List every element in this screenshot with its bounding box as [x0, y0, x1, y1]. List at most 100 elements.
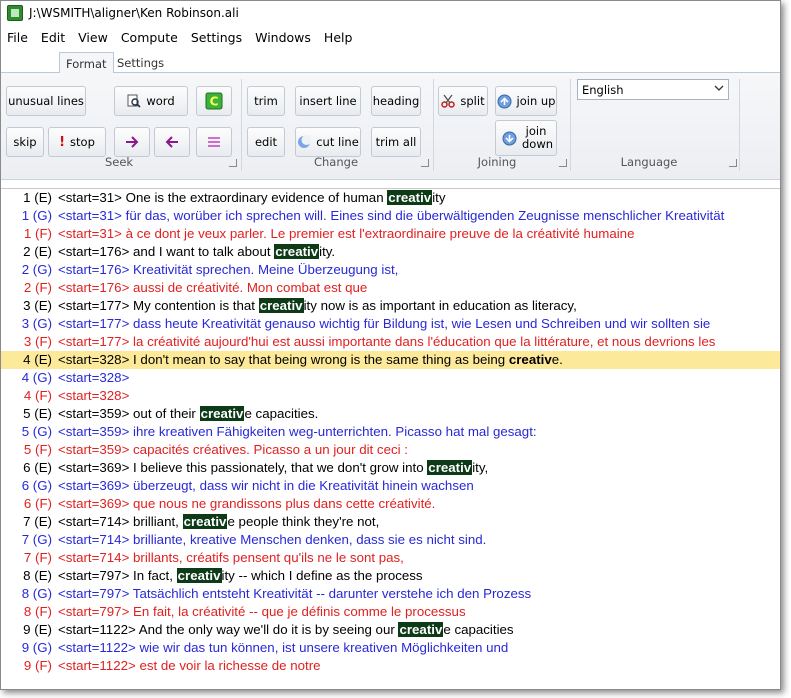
- line-number: 3 (G): [21, 316, 52, 331]
- aligned-line-row[interactable]: 4 (G) <start=328>: [1, 369, 780, 387]
- line-number: 1 (E): [23, 190, 52, 205]
- line-number: 8 (F): [23, 604, 52, 619]
- line-text: <start=359> ihre kreativen Fähigkeiten w…: [58, 423, 537, 441]
- aligned-line-row[interactable]: 8 (E) <start=797> In fact, creativity -- …: [1, 567, 780, 585]
- line-text-before: <start=1122> And the only way we'll do i…: [58, 622, 399, 637]
- tab-settings[interactable]: Settings: [111, 52, 170, 74]
- aligned-line-row[interactable]: 3 (E) <start=177> My contention is that c…: [1, 297, 780, 315]
- aligned-line-row[interactable]: 1 (E) <start=31> One is the extraordinary…: [1, 189, 780, 207]
- aligned-line-row[interactable]: 6 (F) <start=369> que nous ne grandissons…: [1, 495, 780, 513]
- menu-compute[interactable]: Compute: [117, 30, 182, 45]
- aligned-text-list[interactable]: 1 (E) <start=31> One is the extraordinary…: [1, 188, 780, 683]
- previous-button[interactable]: [154, 127, 190, 157]
- menu-edit[interactable]: Edit: [37, 30, 69, 45]
- trim-all-button[interactable]: trim all: [371, 127, 421, 157]
- aligned-line-row[interactable]: 8 (F) <start=797> En fait, la créativité …: [1, 603, 780, 621]
- line-text-before: <start=714> brillants, créatifs pensent …: [58, 550, 404, 565]
- trim-all-label: trim all: [375, 135, 417, 149]
- c-icon: C: [205, 92, 223, 110]
- line-number: 1 (G): [21, 208, 52, 223]
- aligned-line-row[interactable]: 1 (F) <start=31> à ce dont je veux parler…: [1, 225, 780, 243]
- line-text-before: <start=359> out of their: [58, 406, 200, 421]
- line-text-after: e.: [551, 352, 563, 367]
- aligned-line-row[interactable]: 5 (G) <start=359> ihre kreativen Fähigkei…: [1, 423, 780, 441]
- aligned-line-row[interactable]: 7 (F) <start=714> brillants, créatifs pen…: [1, 549, 780, 567]
- menu-help[interactable]: Help: [320, 30, 357, 45]
- aligned-line-row[interactable]: 4 (F) <start=328>: [1, 387, 780, 405]
- stop-button[interactable]: ! stop: [48, 127, 106, 157]
- line-text-after: e people think they're not,: [227, 514, 380, 529]
- ribbon-tabs: Format Settings: [1, 49, 780, 74]
- join-up-button[interactable]: join up: [495, 86, 557, 116]
- title-bar[interactable]: J:\WSMITH\aligner\Ken Robinson.ali: [1, 1, 780, 25]
- aligned-line-row[interactable]: 7 (G) <start=714> brilliante, kreative Me…: [1, 531, 780, 549]
- skip-button[interactable]: skip: [6, 127, 44, 157]
- aligned-line-row[interactable]: 7 (E) <start=714> brilliant, creative peo…: [1, 513, 780, 531]
- menu-file[interactable]: File: [3, 30, 32, 45]
- line-text: <start=31> One is the extraordinary evid…: [58, 189, 446, 207]
- aligned-line-row[interactable]: 6 (G) <start=369> überzeugt, dass wir nic…: [1, 477, 780, 495]
- line-number: 7 (G): [21, 532, 52, 547]
- line-number: 7 (F): [23, 550, 52, 565]
- aligned-line-row[interactable]: 9 (G) <start=1122> wie wir das tun können…: [1, 639, 780, 657]
- aligned-line-row[interactable]: 2 (E) <start=176> and I want to talk abou…: [1, 243, 780, 261]
- line-text-before: <start=328>: [58, 388, 130, 403]
- unusual-lines-button[interactable]: unusual lines: [6, 86, 86, 116]
- line-text: <start=31> à ce dont je veux parler. Le …: [58, 225, 634, 243]
- aligned-line-row[interactable]: 9 (F) <start=1122> est de voir la richess…: [1, 657, 780, 675]
- arrow-down-circle-icon: [502, 131, 517, 146]
- tab-format[interactable]: Format: [59, 52, 114, 74]
- language-select[interactable]: English: [577, 79, 729, 100]
- aligned-line-row[interactable]: 3 (F) <start=177> la créativité aujourd'h…: [1, 333, 780, 351]
- aligned-line-row[interactable]: 4 (E) <start=328> I don't mean to say tha…: [1, 351, 780, 369]
- c-button[interactable]: C: [196, 86, 232, 116]
- joining-launcher-icon[interactable]: [559, 159, 567, 167]
- group-label-change: Change: [313, 155, 359, 169]
- group-separator: [739, 79, 740, 171]
- insert-line-button[interactable]: insert line: [295, 86, 361, 116]
- seek-launcher-icon[interactable]: [229, 159, 237, 167]
- cut-line-button[interactable]: cut line: [295, 127, 361, 157]
- line-text: <start=176> and I want to talk about cre…: [58, 243, 335, 261]
- group-label-language: Language: [620, 155, 678, 169]
- line-text-after: e capacities.: [244, 406, 319, 421]
- line-text-before: <start=31> für das, worüber ich sprechen…: [58, 208, 725, 223]
- aligned-line-row[interactable]: 2 (G) <start=176> Kreativität sprechen. M…: [1, 261, 780, 279]
- aligned-line-row[interactable]: 1 (G) <start=31> für das, worüber ich spr…: [1, 207, 780, 225]
- svg-text:C: C: [210, 95, 219, 109]
- join-down-button[interactable]: join down: [495, 120, 557, 156]
- split-button[interactable]: split: [438, 86, 488, 116]
- menu-view[interactable]: View: [74, 30, 112, 45]
- language-launcher-icon[interactable]: [729, 159, 737, 167]
- line-text: <start=797> Tatsächlich entsteht Kreativ…: [58, 585, 531, 603]
- aligned-line-row[interactable]: 5 (E) <start=359> out of their creative c…: [1, 405, 780, 423]
- aligned-line-row[interactable]: 8 (G) <start=797> Tatsächlich entsteht Kr…: [1, 585, 780, 603]
- menu-windows[interactable]: Windows: [251, 30, 315, 45]
- aligned-line-row[interactable]: 6 (E) <start=369> I believe this passiona…: [1, 459, 780, 477]
- group-label-joining: Joining: [477, 155, 517, 169]
- aligned-line-row[interactable]: 5 (F) <start=359> capacités créatives. Pi…: [1, 441, 780, 459]
- menu-settings[interactable]: Settings: [187, 30, 246, 45]
- arrow-left-icon: [164, 135, 180, 149]
- word-button[interactable]: word: [114, 86, 188, 116]
- app-window: J:\WSMITH\aligner\Ken Robinson.ali File …: [0, 0, 781, 690]
- aligned-line-row[interactable]: 9 (E) <start=1122> And the only way we'll…: [1, 621, 780, 639]
- aligned-line-row[interactable]: 3 (G) <start=177> dass heute Kreativität …: [1, 315, 780, 333]
- line-text-after: e capacities: [443, 622, 514, 637]
- change-launcher-icon[interactable]: [421, 159, 429, 167]
- next-button[interactable]: [114, 127, 150, 157]
- line-number: 5 (F): [23, 442, 52, 457]
- list-button[interactable]: [196, 127, 232, 157]
- line-text-before: <start=369> überzeugt, dass wir nicht in…: [58, 478, 474, 493]
- line-text: <start=1122> est de voir la richesse de …: [58, 657, 321, 675]
- aligned-line-row[interactable]: 2 (F) <start=176> aussi de créativité. Mo…: [1, 279, 780, 297]
- trim-button[interactable]: trim: [247, 86, 285, 116]
- line-text-before: <start=359> ihre kreativen Fähigkeiten w…: [58, 424, 537, 439]
- line-text-after: ity: [432, 190, 446, 205]
- heading-button[interactable]: heading: [371, 86, 421, 116]
- edit-label: edit: [254, 135, 278, 149]
- app-icon: [7, 5, 23, 21]
- edit-button[interactable]: edit: [247, 127, 285, 157]
- line-text-after: ity,: [472, 460, 489, 475]
- line-text: <start=369> I believe this passionately,…: [58, 459, 488, 477]
